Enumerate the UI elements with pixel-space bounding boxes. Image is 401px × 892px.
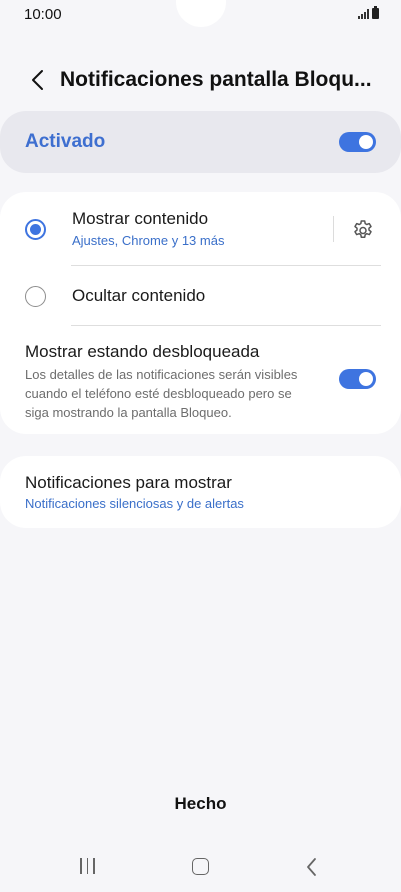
option-title: Ocultar contenido (72, 286, 206, 305)
option-title: Mostrar contenido (72, 209, 209, 228)
status-icons (358, 6, 379, 19)
back-button[interactable] (16, 60, 60, 100)
home-icon[interactable] (192, 858, 209, 875)
option-hide-content[interactable]: Ocultar contenido (0, 270, 401, 322)
option-show-content[interactable]: Mostrar contenido Ajustes, Chrome y 13 m… (0, 200, 330, 258)
option-subtitle: Ajustes, Chrome y 13 más (72, 233, 225, 248)
row-divider (71, 325, 381, 326)
status-time: 10:00 (24, 6, 62, 23)
master-switch-row[interactable]: Activado (0, 111, 401, 173)
chevron-left-icon (32, 70, 43, 90)
radio-selected[interactable] (25, 219, 46, 240)
show-unlocked-row[interactable]: Mostrar estando desbloqueada Los detalle… (0, 338, 401, 426)
back-nav-icon[interactable] (306, 857, 318, 877)
signal-icon (358, 9, 369, 19)
done-button[interactable]: Hecho (0, 794, 401, 814)
navigation-bar (0, 850, 401, 886)
battery-icon (372, 6, 379, 19)
show-unlocked-description: Los detalles de las notificaciones serán… (25, 367, 298, 420)
radio-unselected[interactable] (25, 286, 46, 307)
camera-notch (176, 0, 226, 27)
vertical-divider (333, 216, 334, 242)
show-unlocked-toggle[interactable] (339, 369, 376, 389)
master-toggle[interactable] (339, 132, 376, 152)
page-title: Notificaciones pantalla Bloqu... (60, 68, 372, 91)
show-unlocked-title: Mostrar estando desbloqueada (25, 342, 260, 361)
notifications-to-show-row[interactable]: Notificaciones para mostrar Notificacion… (0, 456, 401, 528)
gear-icon[interactable] (351, 218, 375, 242)
status-bar: 10:00 (0, 0, 401, 30)
header: Notificaciones pantalla Bloqu... (0, 60, 401, 100)
recent-apps-icon[interactable] (80, 858, 95, 874)
master-switch-label: Activado (25, 131, 106, 152)
notifications-to-show-subtitle: Notificaciones silenciosas y de alertas (25, 496, 244, 511)
notifications-to-show-title: Notificaciones para mostrar (25, 473, 232, 492)
row-divider (71, 265, 381, 266)
